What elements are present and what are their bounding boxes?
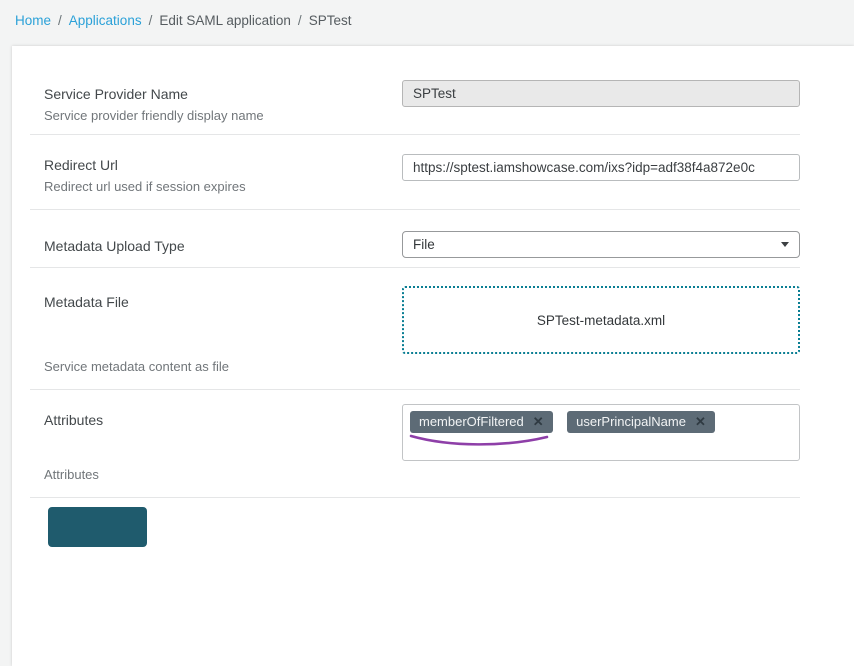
field-row-metadata-upload-type: Metadata Upload Type File [30,210,800,268]
metadata-file-label: Metadata File [44,294,402,310]
field-row-service-provider-name: Service Provider Name Service provider f… [30,46,800,135]
close-icon[interactable]: ✕ [533,415,544,429]
attribute-chip-userprincipalname: userPrincipalName ✕ [567,411,715,433]
redirect-url-helper: Redirect url used if session expires [44,179,402,195]
breadcrumb-separator: / [149,13,153,28]
breadcrumb-link-applications[interactable]: Applications [69,13,142,28]
breadcrumb-separator: / [58,13,62,28]
field-row-attributes: Attributes Attributes memberOfFiltered ✕… [30,390,800,498]
breadcrumb-separator: / [298,13,302,28]
metadata-upload-type-select[interactable]: File [402,231,800,258]
service-provider-name-label: Service Provider Name [44,86,402,102]
service-provider-name-input[interactable] [402,80,800,107]
metadata-file-name: SPTest-metadata.xml [537,313,665,328]
attributes-label: Attributes [44,412,402,428]
metadata-upload-type-label: Metadata Upload Type [44,238,402,254]
service-provider-name-helper: Service provider friendly display name [44,108,402,124]
close-icon[interactable]: ✕ [695,415,706,429]
breadcrumb-sptest: SPTest [309,13,352,28]
breadcrumb-edit-saml-application: Edit SAML application [159,13,291,28]
attribute-chip-memberoffiltered: memberOfFiltered ✕ [410,411,553,433]
attribute-chip-label: memberOfFiltered [419,414,524,430]
breadcrumb: Home / Applications / Edit SAML application /… [15,13,351,28]
attribute-chip-label: userPrincipalName [576,414,686,430]
breadcrumb-link-home[interactable]: Home [15,13,51,28]
bottom-action-button[interactable] [48,507,147,547]
annotation-underline [405,432,555,450]
chevron-down-icon [781,242,789,247]
redirect-url-label: Redirect Url [44,157,402,173]
metadata-file-dropzone[interactable]: SPTest-metadata.xml [402,286,800,354]
attributes-tag-input[interactable]: memberOfFiltered ✕ userPrincipalName ✕ [402,404,800,461]
field-row-redirect-url: Redirect Url Redirect url used if sessio… [30,135,800,210]
metadata-upload-type-selected-value: File [413,237,435,252]
redirect-url-input[interactable] [402,154,800,181]
metadata-file-helper: Service metadata content as file [44,359,402,375]
attributes-helper: Attributes [44,467,402,483]
edit-saml-application-form: Service Provider Name Service provider f… [12,46,854,666]
form-actions-row [30,498,800,558]
field-row-metadata-file: Metadata File Service metadata content a… [30,268,800,390]
